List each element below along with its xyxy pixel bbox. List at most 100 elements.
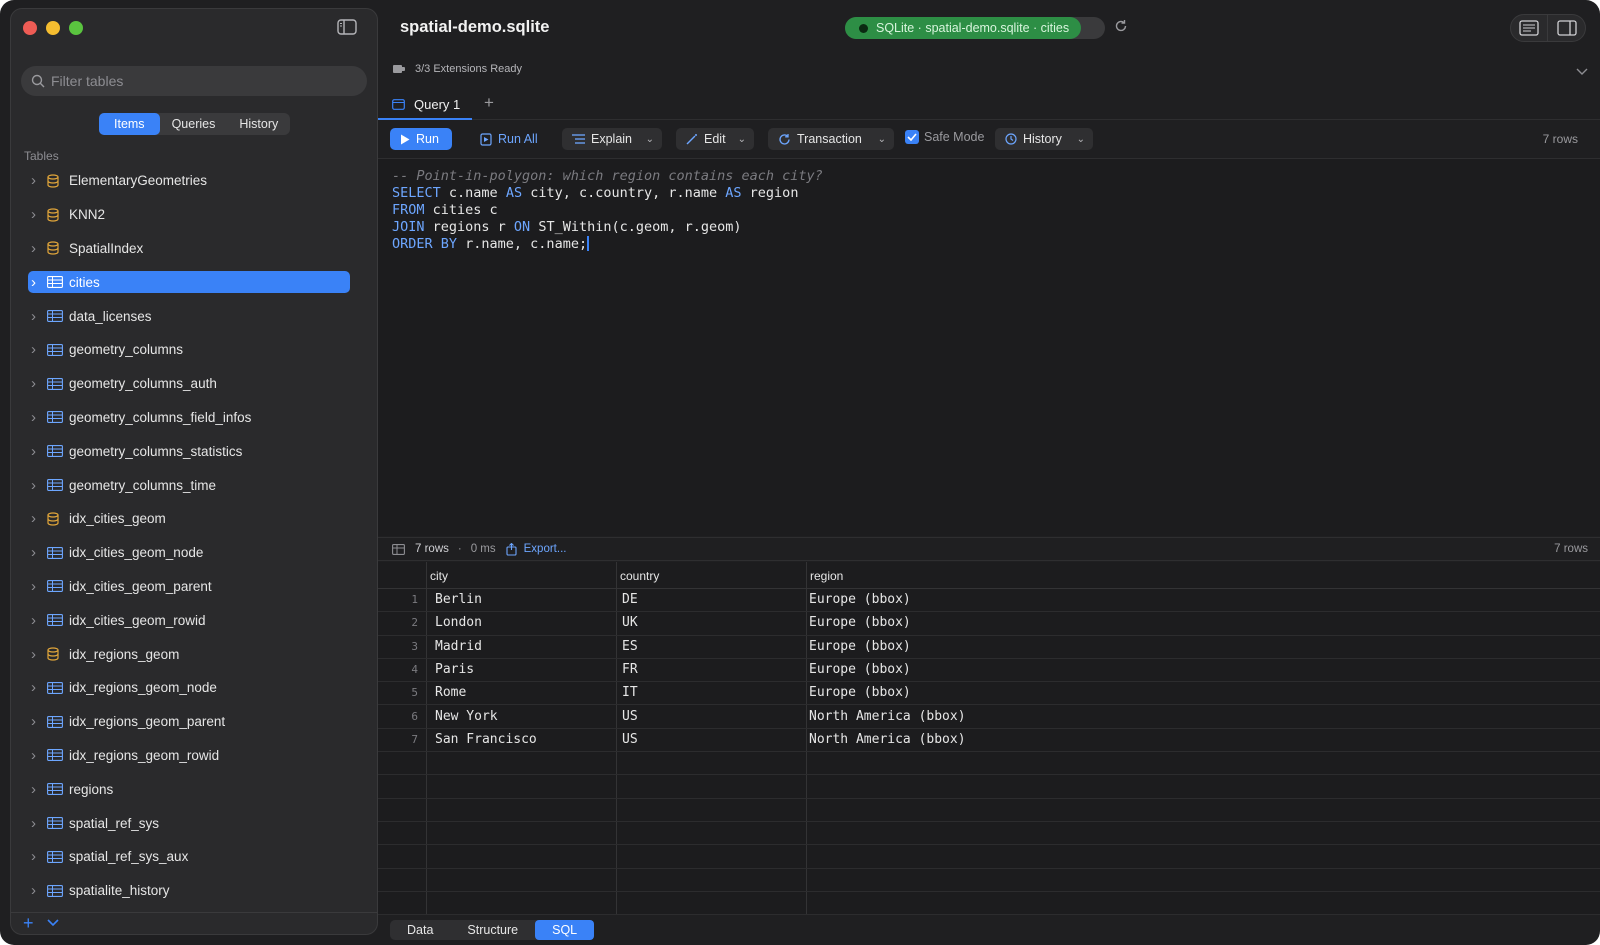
chevron-right-icon[interactable]: › <box>31 308 43 325</box>
sidebar-item-idx-regions-geom[interactable]: › idx_regions_geom <box>28 637 350 671</box>
table-row[interactable]: 2 London UK Europe (bbox) <box>378 612 1600 636</box>
cell-city[interactable]: Madrid <box>435 636 482 658</box>
right-panel-toggle-icon[interactable] <box>1548 14 1586 42</box>
chevron-right-icon[interactable]: › <box>31 646 43 663</box>
filter-tables-search[interactable] <box>21 66 367 96</box>
segment-history[interactable]: History <box>227 113 290 135</box>
sidebar-item-spatial-ref-sys-aux[interactable]: › spatial_ref_sys_aux <box>28 840 350 874</box>
sidebar-item-idx-regions-geom-node[interactable]: › idx_regions_geom_node <box>28 671 350 705</box>
chevron-down-icon[interactable] <box>47 916 59 931</box>
cell-country[interactable]: US <box>622 729 638 751</box>
sidebar-toggle-icon[interactable] <box>337 19 357 37</box>
chevron-right-icon[interactable]: › <box>31 679 43 696</box>
cell-country[interactable]: US <box>622 706 638 728</box>
chevron-right-icon[interactable]: › <box>31 848 43 865</box>
sidebar-item-idx-regions-geom-rowid[interactable]: › idx_regions_geom_rowid <box>28 739 350 773</box>
cell-region[interactable]: North America (bbox) <box>809 729 966 751</box>
new-tab-plus-icon[interactable]: + <box>484 93 494 113</box>
export-button[interactable]: Export... <box>506 542 566 556</box>
cell-region[interactable]: Europe (bbox) <box>809 589 911 611</box>
sidebar-item-idx-cities-geom-parent[interactable]: › idx_cities_geom_parent <box>28 570 350 604</box>
chevron-down-icon[interactable] <box>1576 64 1588 79</box>
chevron-right-icon[interactable]: › <box>31 240 43 257</box>
run-all-button[interactable]: Run All <box>470 128 538 150</box>
sidebar-item-knn2[interactable]: › KNN2 <box>28 198 350 232</box>
extensions-status[interactable]: 3/3 Extensions Ready <box>392 63 522 75</box>
chevron-right-icon[interactable]: › <box>31 781 43 798</box>
close-window-button[interactable] <box>23 21 37 35</box>
cell-city[interactable]: Berlin <box>435 589 482 611</box>
chevron-right-icon[interactable]: › <box>31 544 43 561</box>
sidebar-item-spatial-ref-sys[interactable]: › spatial_ref_sys <box>28 806 350 840</box>
history-button[interactable]: History ⌄ <box>995 128 1093 150</box>
cell-country[interactable]: FR <box>622 659 638 681</box>
chevron-right-icon[interactable]: › <box>31 578 43 595</box>
chevron-right-icon[interactable]: › <box>31 443 43 460</box>
sidebar-item-geometry-columns-auth[interactable]: › geometry_columns_auth <box>28 367 350 401</box>
tab-query-1[interactable]: Query 1 <box>378 90 472 120</box>
segment-items[interactable]: Items <box>99 113 160 135</box>
table-row[interactable]: 3 Madrid ES Europe (bbox) <box>378 636 1600 659</box>
cell-country[interactable]: IT <box>622 682 638 704</box>
table-row[interactable]: 1 Berlin DE Europe (bbox) <box>378 589 1600 613</box>
zoom-window-button[interactable] <box>69 21 83 35</box>
add-icon[interactable]: + <box>23 913 34 933</box>
cell-region[interactable]: Europe (bbox) <box>809 659 911 681</box>
cell-city[interactable]: London <box>435 612 482 634</box>
minimize-window-button[interactable] <box>46 21 60 35</box>
tab-sql[interactable]: SQL <box>535 920 595 940</box>
chevron-right-icon[interactable]: › <box>31 172 43 189</box>
table-row[interactable]: 7 San Francisco US North America (bbox) <box>378 729 1600 753</box>
filter-tables-input[interactable] <box>51 73 351 89</box>
cell-city[interactable]: Paris <box>435 659 474 681</box>
chevron-right-icon[interactable]: › <box>31 510 43 527</box>
sidebar-item-idx-cities-geom-node[interactable]: › idx_cities_geom_node <box>28 536 350 570</box>
cell-city[interactable]: Rome <box>435 682 466 704</box>
chevron-right-icon[interactable]: › <box>31 713 43 730</box>
sidebar-item-cities[interactable]: › cities <box>28 265 350 299</box>
inspector-toggle-icon[interactable] <box>1510 14 1548 42</box>
table-row[interactable]: 5 Rome IT Europe (bbox) <box>378 682 1600 706</box>
sidebar-item-spatialindex[interactable]: › SpatialIndex <box>28 232 350 266</box>
refresh-icon[interactable] <box>1114 19 1128 36</box>
sidebar-item-elementarygeometries[interactable]: › ElementaryGeometries <box>28 164 350 198</box>
sql-code[interactable]: -- Point-in-polygon: which region contai… <box>392 168 823 253</box>
cell-region[interactable]: Europe (bbox) <box>809 636 911 658</box>
chevron-right-icon[interactable]: › <box>31 274 43 291</box>
sidebar-item-spatialite-history[interactable]: › spatialite_history <box>28 874 350 908</box>
chevron-right-icon[interactable]: › <box>31 409 43 426</box>
chevron-right-icon[interactable]: › <box>31 612 43 629</box>
sql-editor[interactable]: -- Point-in-polygon: which region contai… <box>378 158 1600 536</box>
tab-structure[interactable]: Structure <box>450 920 535 940</box>
chevron-right-icon[interactable]: › <box>31 815 43 832</box>
column-header-region[interactable]: region <box>806 562 1600 589</box>
cell-city[interactable]: New York <box>435 706 498 728</box>
cell-country[interactable]: UK <box>622 612 638 634</box>
checkbox-checked-icon[interactable] <box>905 130 919 144</box>
chevron-right-icon[interactable]: › <box>31 341 43 358</box>
chevron-right-icon[interactable]: › <box>31 882 43 899</box>
sidebar-item-geometry-columns[interactable]: › geometry_columns <box>28 333 350 367</box>
chevron-right-icon[interactable]: › <box>31 747 43 764</box>
cell-region[interactable]: Europe (bbox) <box>809 612 911 634</box>
sidebar-item-data-licenses[interactable]: › data_licenses <box>28 299 350 333</box>
tab-data[interactable]: Data <box>390 920 450 940</box>
sidebar-item-idx-cities-geom[interactable]: › idx_cities_geom <box>28 502 350 536</box>
table-row[interactable]: 4 Paris FR Europe (bbox) <box>378 659 1600 683</box>
chevron-right-icon[interactable]: › <box>31 206 43 223</box>
run-button[interactable]: Run <box>390 128 452 150</box>
column-header-city[interactable]: city <box>426 562 616 589</box>
cell-region[interactable]: North America (bbox) <box>809 706 966 728</box>
edit-button[interactable]: Edit ⌄ <box>676 128 754 150</box>
sidebar-item-regions[interactable]: › regions <box>28 772 350 806</box>
sidebar-item-geometry-columns-field-infos[interactable]: › geometry_columns_field_infos <box>28 401 350 435</box>
table-row[interactable]: 6 New York US North America (bbox) <box>378 706 1600 729</box>
cell-city[interactable]: San Francisco <box>435 729 537 751</box>
cell-region[interactable]: Europe (bbox) <box>809 682 911 704</box>
chevron-right-icon[interactable]: › <box>31 375 43 392</box>
sidebar-item-geometry-columns-statistics[interactable]: › geometry_columns_statistics <box>28 434 350 468</box>
explain-button[interactable]: Explain ⌄ <box>562 128 662 150</box>
chevron-right-icon[interactable]: › <box>31 477 43 494</box>
safe-mode-toggle[interactable]: Safe Mode <box>905 130 984 144</box>
segment-queries[interactable]: Queries <box>160 113 228 135</box>
